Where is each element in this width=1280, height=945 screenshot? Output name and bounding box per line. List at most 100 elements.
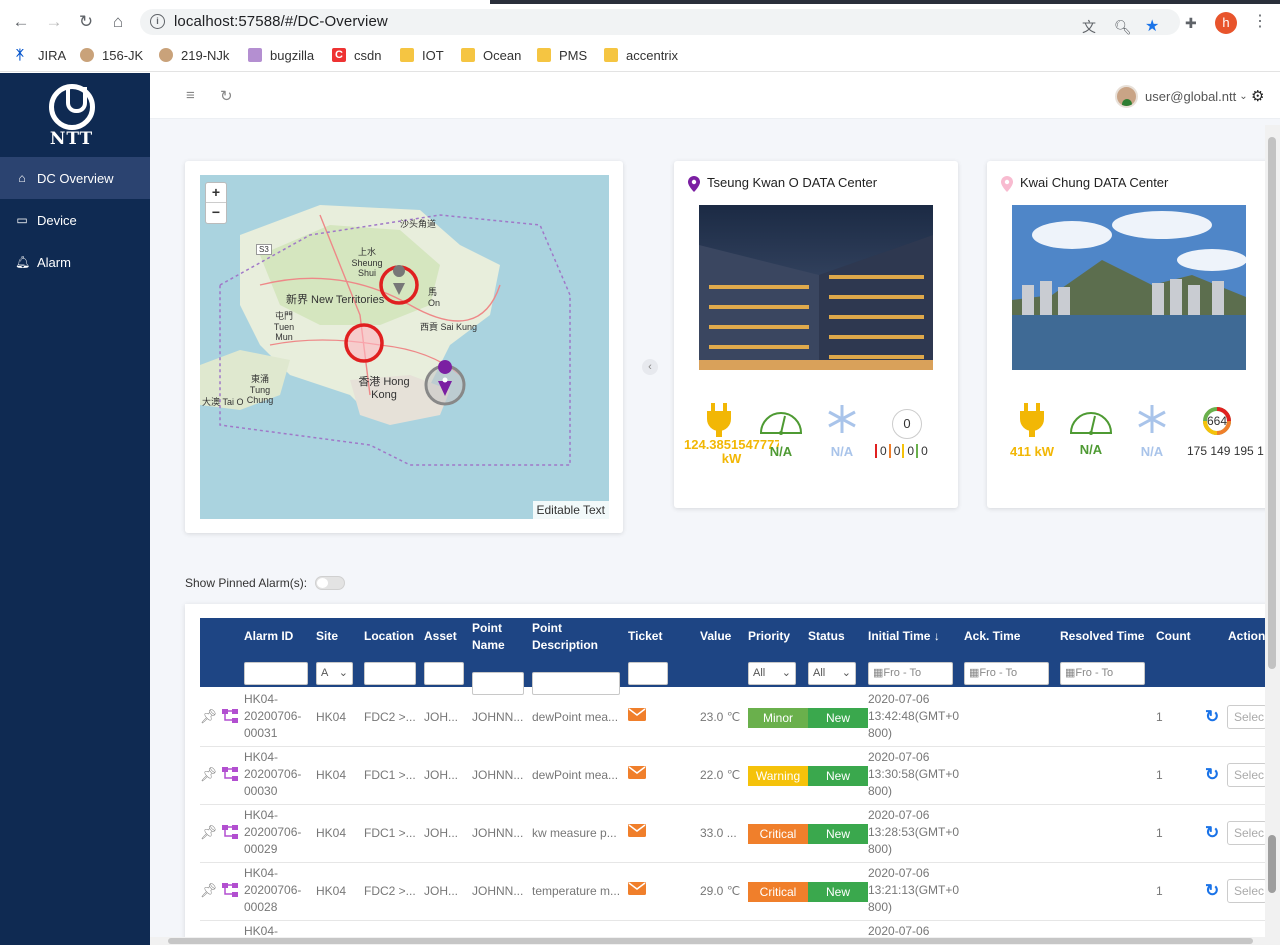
pin-icon[interactable]: 📌︎ [200, 766, 218, 783]
col-value[interactable]: Value [700, 628, 731, 645]
profile-avatar[interactable]: h [1215, 12, 1237, 34]
refresh-icon[interactable]: ↻ [220, 87, 233, 105]
filter-ack-time-range[interactable]: ▦Fro - To [964, 662, 1049, 685]
ticket-mail-icon[interactable] [628, 766, 646, 782]
ticket-mail-icon[interactable] [628, 824, 646, 840]
forward-icon[interactable]: → [42, 10, 66, 34]
col-point-name[interactable]: Point Name [472, 620, 505, 654]
map-attribution: Editable Text [532, 501, 609, 519]
url-text[interactable]: localhost:57588/#/DC-Overview [174, 13, 388, 30]
col-resolved-time[interactable]: Resolved Time [1060, 628, 1144, 645]
acknowledge-refresh-icon[interactable]: ↻ [1205, 707, 1219, 727]
gear-icon[interactable]: ⚙ [1251, 87, 1264, 105]
filter-asset[interactable] [424, 662, 464, 685]
action-select[interactable]: Selec [1227, 879, 1267, 903]
reload-icon[interactable]: ↻ [74, 10, 98, 34]
filter-priority[interactable]: All ⌄ [748, 662, 796, 685]
pinned-alarm-toggle[interactable] [315, 576, 346, 590]
site-info-icon[interactable]: i [150, 14, 165, 29]
bookmark-pms[interactable]: PMS [537, 46, 587, 64]
bookmark-csdn[interactable]: Ccsdn [332, 46, 381, 64]
topology-icon[interactable] [222, 883, 238, 900]
pin-icon[interactable]: 📌︎ [200, 882, 218, 899]
address-bar[interactable]: i localhost:57588/#/DC-Overview ⽂ 🔍︎ ★ [140, 9, 1180, 35]
filter-ticket[interactable] [628, 662, 668, 685]
ticket-mail-icon[interactable] [628, 882, 646, 898]
topology-icon[interactable] [222, 767, 238, 784]
col-asset[interactable]: Asset [424, 628, 457, 645]
acknowledge-refresh-icon[interactable]: ↻ [1205, 765, 1219, 785]
vertical-scrollbar[interactable] [1265, 125, 1280, 945]
bookmark-jira[interactable]: ᛡ JIRA [16, 46, 66, 64]
bookmark-bugzilla[interactable]: bugzilla [248, 46, 314, 64]
filter-resolved-time-range[interactable]: ▦Fro - To [1060, 662, 1145, 685]
bookmark-219-njk[interactable]: 219-NJk [159, 46, 229, 64]
col-site[interactable]: Site [316, 628, 338, 645]
col-ticket[interactable]: Ticket [628, 628, 662, 645]
filter-priority-value: All [753, 667, 766, 679]
action-select[interactable]: Selec [1227, 763, 1267, 787]
bookmark-iot[interactable]: IOT [400, 46, 444, 64]
sidebar-item-device[interactable]: ▭ Device [0, 199, 150, 241]
point-description: temperature m... [532, 884, 621, 898]
table-row[interactable]: 📌︎ HK04- 20200706- 00030 HK04 FDC1 >... JOH.… [200, 747, 1267, 805]
acknowledge-refresh-icon[interactable]: ↻ [1205, 823, 1219, 843]
action-select[interactable]: Selec [1227, 821, 1267, 845]
range-from: Fro [1075, 667, 1092, 679]
bookmark-ocean[interactable]: Ocean [461, 46, 521, 64]
site-map[interactable]: + − 沙头角道 上水 Sheung Shui S3 新界 New Territ… [200, 175, 609, 519]
filter-site[interactable]: A ⌄ [316, 662, 353, 685]
col-action[interactable]: Action [1228, 628, 1265, 645]
ticket-mail-icon[interactable] [628, 708, 646, 724]
translate-icon[interactable]: ⽂ [1082, 18, 1096, 36]
sidebar-item-dc-overview[interactable]: ⌂ DC Overview [0, 157, 150, 199]
dc-card-kwai-chung[interactable]: Kwai Chung DATA Center 664 411 kW N/A N/… [987, 161, 1271, 508]
filter-alarm-id[interactable] [244, 662, 308, 685]
scrollbar-thumb[interactable] [1268, 137, 1276, 669]
topology-icon[interactable] [222, 825, 238, 842]
horizontal-scrollbar[interactable] [150, 937, 1265, 945]
alarm-id: HK04- 20200706- 00029 [244, 808, 302, 856]
table-row[interactable]: 📌︎ HK04- 20200706- 00029 HK04 FDC1 >... JOH.… [200, 805, 1267, 863]
dc-title: Tseung Kwan O DATA Center [707, 175, 878, 190]
browser-menu-icon[interactable]: ⋮ [1252, 13, 1268, 31]
bookmark-star-icon[interactable]: ★ [1145, 18, 1159, 36]
home-browser-icon[interactable]: ⌂ [106, 10, 130, 34]
dc-card-tseung-kwan-o[interactable]: Tseung Kwan O DATA Center 0 124.38515477… [674, 161, 958, 508]
zoom-icon[interactable]: 🔍︎ [1114, 18, 1132, 36]
filter-status[interactable]: All ⌄ [808, 662, 856, 685]
col-location[interactable]: Location [364, 628, 414, 645]
zoom-out-button[interactable]: − [206, 203, 226, 223]
filter-initial-time-range[interactable]: ▦Fro - To [868, 662, 953, 685]
col-initial-time[interactable]: Initial Time ↓ [868, 628, 940, 645]
bookmark-accentrix[interactable]: accentrix [604, 46, 678, 64]
col-point-description[interactable]: Point Description [532, 620, 598, 654]
inner-scrollbar-thumb[interactable] [1268, 835, 1276, 893]
back-icon[interactable]: ← [9, 10, 33, 34]
pin-icon[interactable]: 📌︎ [200, 708, 218, 725]
col-alarm-id[interactable]: Alarm ID [244, 628, 293, 645]
sidebar-item-alarm[interactable]: 🔔︎ Alarm [0, 241, 150, 283]
pin-icon[interactable]: 📌︎ [200, 824, 218, 841]
menu-toggle-icon[interactable]: ≡ [186, 87, 195, 104]
col-count[interactable]: Count [1156, 628, 1191, 645]
zoom-in-button[interactable]: + [206, 183, 226, 203]
acknowledge-refresh-icon[interactable]: ↻ [1205, 881, 1219, 901]
table-row[interactable]: 📌︎ HK04- 20200706- 00031 HK04 FDC2 >... JOH.… [200, 689, 1267, 747]
col-priority[interactable]: Priority [748, 628, 790, 645]
asset: JOH... [424, 710, 459, 724]
topology-icon[interactable] [222, 709, 238, 726]
extensions-icon[interactable]: ✚ [1185, 14, 1197, 32]
bookmark-156-jk[interactable]: 156-JK [80, 46, 143, 64]
scrollbar-thumb[interactable] [168, 938, 1253, 944]
action-select[interactable]: Selec [1227, 705, 1267, 729]
col-status[interactable]: Status [808, 628, 845, 645]
carousel-prev-button[interactable]: ‹ [642, 359, 658, 375]
filter-location[interactable] [364, 662, 416, 685]
map-zoom-control: + − [205, 182, 227, 224]
user-menu[interactable]: user@global.ntt ⌄ [1115, 83, 1248, 109]
site-marker-ring[interactable] [344, 323, 384, 363]
table-row[interactable]: 📌︎ HK04- 20200706- 00028 HK04 FDC2 >... JOH.… [200, 863, 1267, 921]
col-ack-time[interactable]: Ack. Time [964, 628, 1020, 645]
priority-badge: Warning [748, 766, 808, 786]
